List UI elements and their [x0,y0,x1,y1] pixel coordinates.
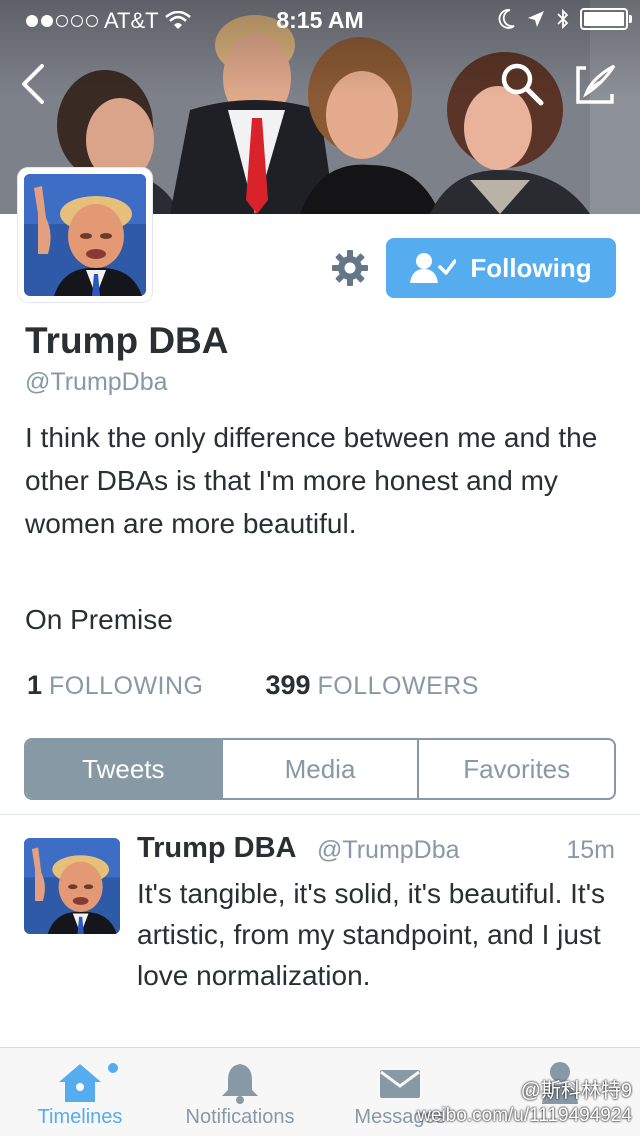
tabbar-timelines[interactable]: Timelines [22,1048,138,1136]
followers-stat[interactable]: 399 FOLLOWERS [266,670,480,701]
back-button[interactable] [16,62,56,106]
tabbar-timelines-label: Timelines [37,1106,123,1128]
profile-name: Trump DBA [25,320,229,361]
profile-bio: I think the only difference between me a… [25,422,598,539]
tweet-header: Trump DBA @TrumpDba 15m [137,832,617,872]
moon-icon [498,9,515,29]
followers-count: 399 [265,670,311,700]
following-stat[interactable]: 1 FOLLOWING [27,670,204,701]
tweet-author-handle[interactable]: @TrumpDba [317,836,460,865]
following-label: FOLLOWING [48,672,204,700]
followers-label: FOLLOWERS [317,672,479,700]
envelope-icon [380,1070,420,1098]
profile-stats: 1 FOLLOWING 399 FOLLOWERS [27,670,479,701]
profile-location: On Premise [25,604,173,635]
tweet-avatar-image [24,838,120,934]
bluetooth-icon [557,8,569,30]
profile-tabs: Tweets Media Favorites [24,738,616,800]
tabbar-notifications[interactable]: Notifications [168,1048,312,1136]
settings-gear-button[interactable] [330,248,370,288]
status-right-group [498,8,632,30]
following-count: 1 [27,670,43,700]
watermark: @斯科林特9 weibo.com/u/1119494924 [417,1074,632,1127]
new-content-dot [108,1063,118,1073]
compose-button[interactable] [572,60,620,108]
following-button[interactable]: Following [386,238,616,298]
bell-icon [222,1064,258,1104]
tweet-text[interactable]: It's tangible, it's solid, it's beautifu… [137,873,617,996]
divider [0,814,640,815]
user-check-icon [410,253,457,283]
tweet-avatar[interactable] [24,838,120,934]
watermark-line1: @斯科林特9 [520,1080,632,1102]
tab-tweets[interactable]: Tweets [26,740,221,798]
home-icon [59,1064,101,1102]
battery-icon [580,8,632,30]
profile-avatar[interactable] [18,168,152,302]
tab-media[interactable]: Media [220,740,418,798]
tweet-author-name[interactable]: Trump DBA [137,832,297,865]
tweet-timestamp: 15m [566,836,615,864]
status-bar: AT&T 8:15 AM [0,0,640,40]
tab-favorites[interactable]: Favorites [417,740,614,798]
search-button[interactable] [498,60,546,108]
profile-handle: @TrumpDba [25,368,168,396]
watermark-line2: weibo.com/u/1119494924 [417,1105,632,1126]
avatar-image [24,174,146,296]
location-arrow-icon [528,11,544,27]
tabbar-notifications-label: Notifications [185,1106,295,1128]
following-button-label: Following [470,252,592,283]
